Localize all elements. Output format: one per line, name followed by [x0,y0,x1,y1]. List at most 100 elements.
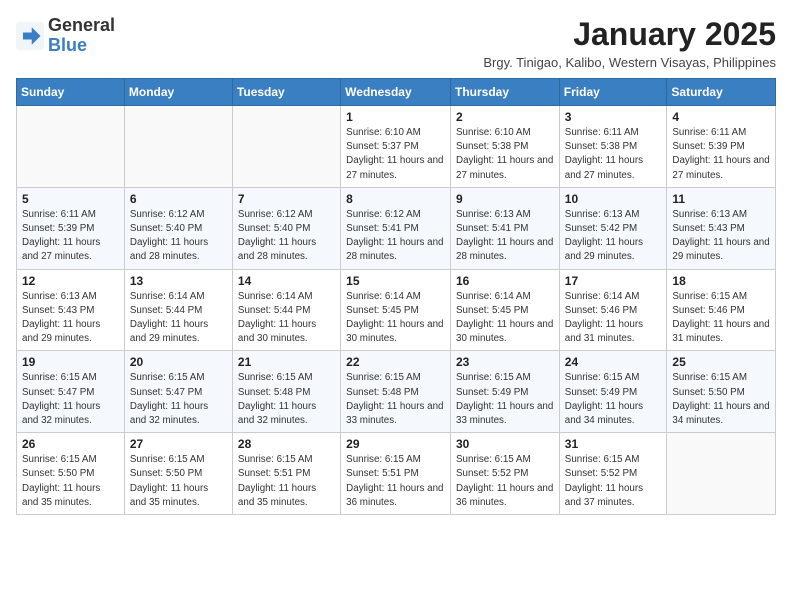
day-number: 27 [130,437,227,451]
day-number: 19 [22,355,119,369]
calendar-table: SundayMondayTuesdayWednesdayThursdayFrid… [16,78,776,515]
day-info: Sunrise: 6:15 AMSunset: 5:49 PMDaylight:… [456,371,554,428]
day-number: 5 [22,192,119,206]
weekday-header-friday: Friday [559,79,667,106]
calendar-cell [667,433,776,515]
calendar-week-4: 26 Sunrise: 6:15 AMSunset: 5:50 PMDayligh… [17,433,776,515]
calendar-cell: 16 Sunrise: 6:14 AMSunset: 5:45 PMDayligh… [451,269,560,351]
day-info: Sunrise: 6:15 AMSunset: 5:51 PMDaylight:… [238,453,335,510]
day-info: Sunrise: 6:15 AMSunset: 5:48 PMDaylight:… [238,371,335,428]
day-number: 17 [565,274,662,288]
day-number: 20 [130,355,227,369]
calendar-cell: 2Sunrise: 6:10 AMSunset: 5:38 PMDaylight… [451,106,560,188]
day-info: Sunrise: 6:15 AMSunset: 5:48 PMDaylight:… [346,371,445,428]
day-number: 12 [22,274,119,288]
day-number: 4 [672,110,770,124]
logo-general-text: General [48,15,115,35]
calendar-cell: 17 Sunrise: 6:14 AMSunset: 5:46 PMDayligh… [559,269,667,351]
calendar-cell: 6 Sunrise: 6:12 AMSunset: 5:40 PMDaylight… [124,187,232,269]
calendar-cell: 30 Sunrise: 6:15 AMSunset: 5:52 PMDayligh… [451,433,560,515]
calendar-cell: 14Sunrise: 6:14 AMSunset: 5:44 PMDayligh… [232,269,340,351]
calendar-cell: 7Sunrise: 6:12 AMSunset: 5:40 PMDaylight… [232,187,340,269]
calendar-header: SundayMondayTuesdayWednesdayThursdayFrid… [17,79,776,106]
weekday-header-sunday: Sunday [17,79,125,106]
day-number: 15 [346,274,445,288]
day-number: 22 [346,355,445,369]
day-number: 3 [565,110,662,124]
day-info: Sunrise: 6:14 AMSunset: 5:46 PMDaylight:… [565,290,662,347]
calendar-cell: 10Sunrise: 6:13 AMSunset: 5:42 PMDayligh… [559,187,667,269]
calendar-cell: 24Sunrise: 6:15 AMSunset: 5:49 PMDayligh… [559,351,667,433]
calendar-cell: 28 Sunrise: 6:15 AMSunset: 5:51 PMDayligh… [232,433,340,515]
day-info: Sunrise: 6:15 AMSunset: 5:50 PMDaylight:… [22,453,119,510]
weekday-header-saturday: Saturday [667,79,776,106]
day-number: 8 [346,192,445,206]
calendar-cell: 9 Sunrise: 6:13 AMSunset: 5:41 PMDaylight… [451,187,560,269]
calendar-cell [232,106,340,188]
logo: General Blue [16,16,115,56]
location-subtitle: Brgy. Tinigao, Kalibo, Western Visayas, … [483,55,776,70]
day-number: 6 [130,192,227,206]
calendar-cell [124,106,232,188]
calendar-week-2: 12 Sunrise: 6:13 AMSunset: 5:43 PMDayligh… [17,269,776,351]
day-number: 9 [456,192,554,206]
weekday-header-tuesday: Tuesday [232,79,340,106]
calendar-cell: 20Sunrise: 6:15 AMSunset: 5:47 PMDayligh… [124,351,232,433]
calendar-cell: 31 Sunrise: 6:15 AMSunset: 5:52 PMDayligh… [559,433,667,515]
day-info: Sunrise: 6:14 AMSunset: 5:45 PMDaylight:… [346,290,445,347]
calendar-cell: 22 Sunrise: 6:15 AMSunset: 5:48 PMDayligh… [341,351,451,433]
day-info: Sunrise: 6:11 AMSunset: 5:39 PMDaylight:… [22,208,119,265]
day-info: Sunrise: 6:14 AMSunset: 5:45 PMDaylight:… [456,290,554,347]
day-info: Sunrise: 6:10 AMSunset: 5:37 PMDaylight:… [346,126,445,183]
calendar-cell: 21 Sunrise: 6:15 AMSunset: 5:48 PMDayligh… [232,351,340,433]
day-number: 26 [22,437,119,451]
day-info: Sunrise: 6:13 AMSunset: 5:43 PMDaylight:… [672,208,770,265]
calendar-cell: 11 Sunrise: 6:13 AMSunset: 5:43 PMDayligh… [667,187,776,269]
calendar-cell: 18 Sunrise: 6:15 AMSunset: 5:46 PMDayligh… [667,269,776,351]
day-number: 11 [672,192,770,206]
calendar-cell: 29Sunrise: 6:15 AMSunset: 5:51 PMDayligh… [341,433,451,515]
day-info: Sunrise: 6:15 AMSunset: 5:52 PMDaylight:… [565,453,662,510]
calendar-week-0: 1Sunrise: 6:10 AMSunset: 5:37 PMDaylight… [17,106,776,188]
logo-icon [16,22,44,50]
calendar-cell: 4Sunrise: 6:11 AMSunset: 5:39 PMDaylight… [667,106,776,188]
day-info: Sunrise: 6:13 AMSunset: 5:43 PMDaylight:… [22,290,119,347]
day-info: Sunrise: 6:10 AMSunset: 5:38 PMDaylight:… [456,126,554,183]
day-number: 29 [346,437,445,451]
weekday-header-monday: Monday [124,79,232,106]
day-number: 16 [456,274,554,288]
month-title: January 2025 [483,16,776,53]
day-info: Sunrise: 6:12 AMSunset: 5:40 PMDaylight:… [130,208,227,265]
day-info: Sunrise: 6:15 AMSunset: 5:46 PMDaylight:… [672,290,770,347]
day-number: 18 [672,274,770,288]
day-number: 13 [130,274,227,288]
day-info: Sunrise: 6:15 AMSunset: 5:50 PMDaylight:… [130,453,227,510]
day-info: Sunrise: 6:14 AMSunset: 5:44 PMDaylight:… [130,290,227,347]
day-info: Sunrise: 6:15 AMSunset: 5:47 PMDaylight:… [22,371,119,428]
page-header: General Blue January 2025 Brgy. Tinigao,… [16,16,776,70]
day-number: 21 [238,355,335,369]
day-info: Sunrise: 6:15 AMSunset: 5:50 PMDaylight:… [672,371,770,428]
calendar-week-3: 19 Sunrise: 6:15 AMSunset: 5:47 PMDayligh… [17,351,776,433]
calendar-cell: 15 Sunrise: 6:14 AMSunset: 5:45 PMDayligh… [341,269,451,351]
day-info: Sunrise: 6:12 AMSunset: 5:40 PMDaylight:… [238,208,335,265]
day-info: Sunrise: 6:13 AMSunset: 5:42 PMDaylight:… [565,208,662,265]
calendar-cell: 5 Sunrise: 6:11 AMSunset: 5:39 PMDaylight… [17,187,125,269]
calendar-cell [17,106,125,188]
calendar-cell: 1Sunrise: 6:10 AMSunset: 5:37 PMDaylight… [341,106,451,188]
day-info: Sunrise: 6:15 AMSunset: 5:49 PMDaylight:… [565,371,662,428]
day-info: Sunrise: 6:15 AMSunset: 5:52 PMDaylight:… [456,453,554,510]
day-number: 25 [672,355,770,369]
day-number: 30 [456,437,554,451]
day-info: Sunrise: 6:12 AMSunset: 5:41 PMDaylight:… [346,208,445,265]
calendar-cell: 23 Sunrise: 6:15 AMSunset: 5:49 PMDayligh… [451,351,560,433]
day-number: 23 [456,355,554,369]
calendar-cell: 8 Sunrise: 6:12 AMSunset: 5:41 PMDaylight… [341,187,451,269]
day-number: 28 [238,437,335,451]
logo-blue-text: Blue [48,35,87,55]
day-info: Sunrise: 6:13 AMSunset: 5:41 PMDaylight:… [456,208,554,265]
calendar-cell: 13 Sunrise: 6:14 AMSunset: 5:44 PMDayligh… [124,269,232,351]
calendar-cell: 27 Sunrise: 6:15 AMSunset: 5:50 PMDayligh… [124,433,232,515]
day-number: 31 [565,437,662,451]
calendar-cell: 25 Sunrise: 6:15 AMSunset: 5:50 PMDayligh… [667,351,776,433]
